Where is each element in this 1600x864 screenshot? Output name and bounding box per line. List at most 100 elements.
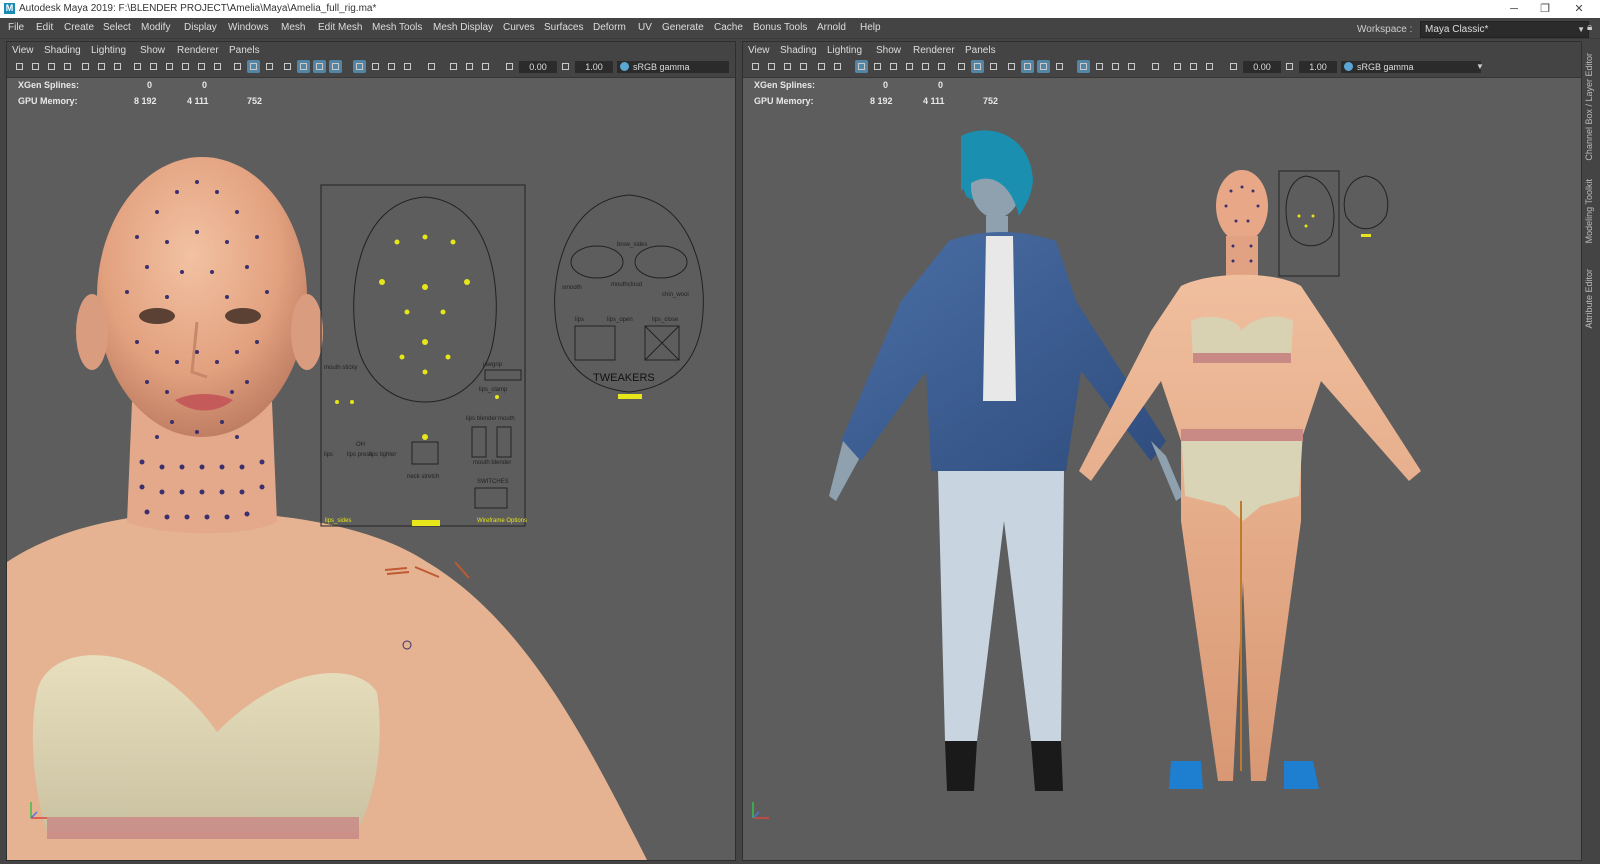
motion-blur-icon[interactable] bbox=[1053, 60, 1066, 73]
menu-surfaces[interactable]: Surfaces bbox=[544, 22, 583, 33]
grid-toggle-icon[interactable] bbox=[131, 60, 144, 73]
ambient-occlusion-icon[interactable] bbox=[1037, 60, 1050, 73]
gate-mask-icon[interactable] bbox=[887, 60, 900, 73]
backface-culling-icon[interactable] bbox=[401, 60, 414, 73]
chevron-down-icon[interactable]: ▼ bbox=[1476, 62, 1484, 71]
workspace-dropdown[interactable]: Maya Classic* ▼ bbox=[1420, 21, 1589, 38]
minimize-icon[interactable]: ─ bbox=[1507, 2, 1521, 16]
menu-edit[interactable]: Edit bbox=[36, 22, 53, 33]
hud-icon[interactable] bbox=[1171, 60, 1184, 73]
menu-mesh-display[interactable]: Mesh Display bbox=[433, 22, 493, 33]
safe-action-icon[interactable] bbox=[195, 60, 208, 73]
menu-bonus-tools[interactable]: Bonus Tools bbox=[753, 22, 807, 33]
exposure-field[interactable]: 0.00 bbox=[1243, 61, 1281, 73]
exposure-icon[interactable] bbox=[503, 60, 516, 73]
exposure-icon[interactable] bbox=[1227, 60, 1240, 73]
panel-menu-panels[interactable]: Panels bbox=[965, 45, 996, 56]
wireframe-icon[interactable] bbox=[231, 60, 244, 73]
grease-pencil-icon[interactable] bbox=[79, 60, 92, 73]
menu-create[interactable]: Create bbox=[64, 22, 94, 33]
grid-icon[interactable] bbox=[95, 60, 108, 73]
menu-file[interactable]: File bbox=[8, 22, 24, 33]
camera-attributes-icon[interactable] bbox=[29, 60, 42, 73]
mini-facial-gui[interactable] bbox=[1278, 170, 1389, 277]
viewport-right[interactable]: View Shading Lighting Show Renderer Pane… bbox=[742, 41, 1582, 861]
gamma-icon[interactable] bbox=[1283, 60, 1296, 73]
close-icon[interactable]: ✕ bbox=[1572, 2, 1586, 16]
gamma-icon[interactable] bbox=[559, 60, 572, 73]
camera-attributes-icon[interactable] bbox=[765, 60, 778, 73]
tab-modeling-toolkit[interactable]: Modeling Toolkit bbox=[1584, 179, 1594, 243]
wireframe-icon[interactable] bbox=[955, 60, 968, 73]
bookmark-icon[interactable] bbox=[781, 60, 794, 73]
gamma-field[interactable]: 1.00 bbox=[1299, 61, 1337, 73]
panel-menu-view[interactable]: View bbox=[12, 45, 34, 56]
panel-menu-shading[interactable]: Shading bbox=[44, 45, 81, 56]
exposure-field[interactable]: 0.00 bbox=[519, 61, 557, 73]
use-lights-icon[interactable] bbox=[1005, 60, 1018, 73]
safe-title-icon[interactable] bbox=[935, 60, 948, 73]
clothed-character[interactable] bbox=[829, 130, 1183, 791]
menu-mesh[interactable]: Mesh bbox=[281, 22, 305, 33]
menu-display[interactable]: Display bbox=[184, 22, 217, 33]
restore-icon[interactable]: ❐ bbox=[1538, 2, 1552, 16]
smooth-shade-icon[interactable] bbox=[247, 60, 260, 73]
menu-generate[interactable]: Generate bbox=[662, 22, 704, 33]
bookmark-icon[interactable] bbox=[45, 60, 58, 73]
panel-menu-shading[interactable]: Shading bbox=[780, 45, 817, 56]
smooth-shade-icon[interactable] bbox=[971, 60, 984, 73]
textured-icon[interactable] bbox=[987, 60, 1000, 73]
isolate-select-icon[interactable] bbox=[353, 60, 366, 73]
menu-deform[interactable]: Deform bbox=[593, 22, 626, 33]
colorspace-dropdown[interactable]: sRGB gamma bbox=[1341, 61, 1481, 73]
panel-menu-view[interactable]: View bbox=[748, 45, 770, 56]
camera-icon[interactable] bbox=[13, 60, 26, 73]
copy-view-icon[interactable] bbox=[463, 60, 476, 73]
tab-attribute-editor[interactable]: Attribute Editor bbox=[1584, 269, 1594, 329]
shadows-icon[interactable] bbox=[1021, 60, 1034, 73]
textured-icon[interactable] bbox=[263, 60, 276, 73]
menu-windows[interactable]: Windows bbox=[228, 22, 269, 33]
panel-menu-show[interactable]: Show bbox=[140, 45, 165, 56]
xray-joints-icon[interactable] bbox=[385, 60, 398, 73]
grease-pencil-icon[interactable] bbox=[815, 60, 828, 73]
resolution-gate-icon[interactable] bbox=[871, 60, 884, 73]
menu-mesh-tools[interactable]: Mesh Tools bbox=[372, 22, 422, 33]
safe-action-icon[interactable] bbox=[919, 60, 932, 73]
colorspace-dropdown[interactable]: sRGB gamma bbox=[617, 61, 729, 73]
xray-joints-icon[interactable] bbox=[1109, 60, 1122, 73]
menu-curves[interactable]: Curves bbox=[503, 22, 535, 33]
lock-icon[interactable]: 🔒︎ bbox=[1587, 22, 1597, 34]
gamma-field[interactable]: 1.00 bbox=[575, 61, 613, 73]
shadows-icon[interactable] bbox=[297, 60, 310, 73]
panel-menu-lighting[interactable]: Lighting bbox=[827, 45, 862, 56]
menu-help[interactable]: Help bbox=[860, 22, 881, 33]
panel-menu-renderer[interactable]: Renderer bbox=[177, 45, 219, 56]
menu-arnold[interactable]: Arnold bbox=[817, 22, 846, 33]
reference-character[interactable] bbox=[1079, 170, 1421, 789]
image-plane-icon[interactable] bbox=[61, 60, 74, 73]
xray-icon[interactable] bbox=[1093, 60, 1106, 73]
menu-cache[interactable]: Cache bbox=[714, 22, 743, 33]
select-camera-icon[interactable] bbox=[425, 60, 438, 73]
panel-menu-show[interactable]: Show bbox=[876, 45, 901, 56]
two-sided-lighting-icon[interactable] bbox=[479, 60, 492, 73]
resolution-gate-icon[interactable] bbox=[147, 60, 160, 73]
field-chart-icon[interactable] bbox=[903, 60, 916, 73]
backface-culling-icon[interactable] bbox=[1125, 60, 1138, 73]
gate-mask-icon[interactable] bbox=[163, 60, 176, 73]
menu-edit-mesh[interactable]: Edit Mesh bbox=[318, 22, 362, 33]
grid-icon[interactable] bbox=[831, 60, 844, 73]
camera-icon[interactable] bbox=[749, 60, 762, 73]
select-camera-icon[interactable] bbox=[1149, 60, 1162, 73]
panel-menu-lighting[interactable]: Lighting bbox=[91, 45, 126, 56]
xray-icon[interactable] bbox=[369, 60, 382, 73]
menu-select[interactable]: Select bbox=[103, 22, 131, 33]
menu-modify[interactable]: Modify bbox=[141, 22, 170, 33]
two-sided-lighting-icon[interactable] bbox=[1203, 60, 1216, 73]
panel-menu-panels[interactable]: Panels bbox=[229, 45, 260, 56]
field-chart-icon[interactable] bbox=[179, 60, 192, 73]
viewport-left[interactable]: View Shading Lighting Show Renderer Pane… bbox=[6, 41, 736, 861]
copy-view-icon[interactable] bbox=[1187, 60, 1200, 73]
image-plane-icon[interactable] bbox=[797, 60, 810, 73]
